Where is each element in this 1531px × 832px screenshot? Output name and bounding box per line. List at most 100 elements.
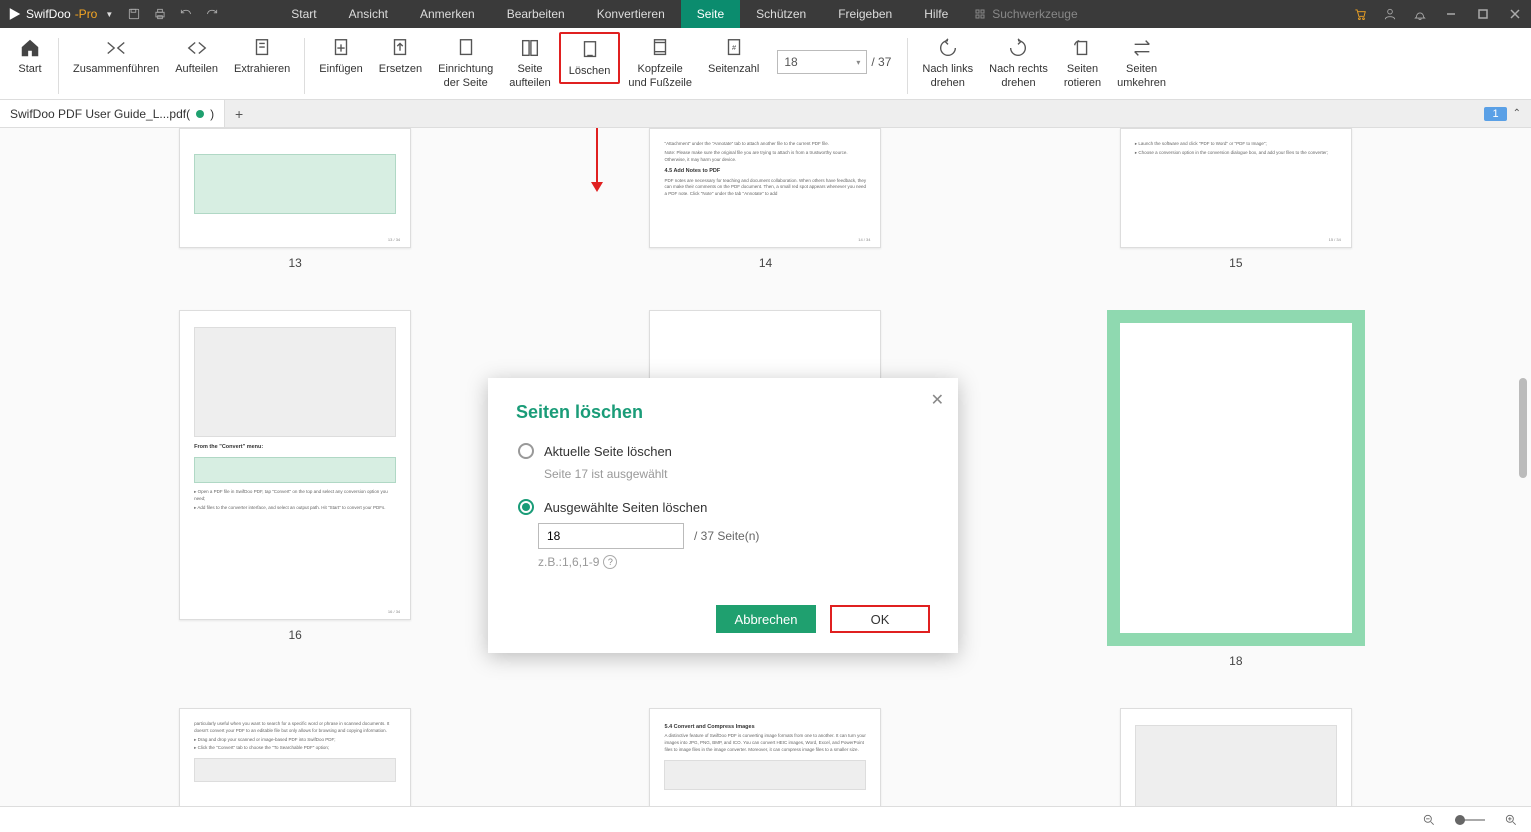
menu-anmerken[interactable]: Anmerken (404, 0, 491, 28)
ribbon-rotate-left[interactable]: Nach links drehen (914, 32, 981, 95)
main-menu: Start Ansicht Anmerken Bearbeiten Konver… (275, 0, 964, 28)
ribbon-split[interactable]: Aufteilen (167, 32, 226, 80)
modified-indicator-icon (196, 110, 204, 118)
close-button[interactable] (1499, 0, 1531, 28)
zoom-in-icon[interactable] (1503, 812, 1519, 828)
replace-icon (388, 36, 412, 60)
thumb-label: 15 (1229, 256, 1242, 270)
page-thumbnail-selected[interactable]: 18 (1061, 310, 1411, 668)
user-icon[interactable] (1375, 0, 1405, 28)
thumb-label: 13 (288, 256, 301, 270)
current-page-hint: Seite 17 ist ausgewählt (544, 467, 930, 481)
page-thumbnail[interactable]: ▸ Launch the software and click "PDF to … (1061, 128, 1411, 270)
ribbon-merge[interactable]: Zusammenführen (65, 32, 167, 80)
ribbon-rotate[interactable]: Seiten rotieren (1056, 32, 1109, 95)
pagesetup-icon (454, 36, 478, 60)
vertical-scrollbar[interactable] (1519, 258, 1529, 806)
reverse-icon (1130, 36, 1154, 60)
ribbon-delete[interactable]: Löschen (559, 32, 621, 84)
option-selected-pages[interactable]: Ausgewählte Seiten löschen (516, 499, 930, 515)
dialog-close-icon[interactable]: ✕ (931, 390, 944, 410)
thumbnail-grid-area: 13 / 34 13 "Attachment" under the "Annot… (0, 128, 1531, 806)
print-icon[interactable] (147, 0, 173, 28)
headerfooter-icon (648, 36, 672, 60)
page-thumbnail[interactable] (1061, 708, 1411, 806)
page-thumbnail[interactable]: "Attachment" under the "Annotate" tab to… (590, 128, 940, 270)
splitpage-icon (518, 36, 542, 60)
menu-start[interactable]: Start (275, 0, 332, 28)
app-name-pro: -Pro (75, 7, 98, 21)
menu-konvertieren[interactable]: Konvertieren (581, 0, 681, 28)
collapse-ribbon-icon[interactable]: ⌃ (1509, 108, 1525, 119)
merge-icon (104, 36, 128, 60)
delete-pages-dialog: ✕ Seiten löschen Aktuelle Seite löschen … (488, 378, 958, 653)
app-dropdown-icon[interactable]: ▼ (105, 10, 113, 19)
document-tab[interactable]: SwifDoo PDF User Guide_L...pdf() (0, 100, 225, 127)
thumb-label: 16 (288, 628, 301, 642)
ribbon-toolbar: Start Zusammenführen Aufteilen Extrahier… (0, 28, 1531, 100)
option-current-page[interactable]: Aktuelle Seite löschen (516, 443, 930, 459)
page-range-suffix: / 37 Seite(n) (694, 529, 759, 543)
rotate-icon (1070, 36, 1094, 60)
ribbon-splitpage[interactable]: Seite aufteilen (501, 32, 559, 95)
page-thumbnail[interactable]: From the "Convert" menu:▸ Open a PDF fil… (120, 310, 470, 668)
page-number-input[interactable]: 18▾ (777, 50, 867, 74)
page-thumbnail[interactable]: particularly useful when you want to sea… (120, 708, 470, 806)
extract-icon (250, 36, 274, 60)
thumb-label: 18 (1229, 654, 1242, 668)
rotate-right-icon (1006, 36, 1030, 60)
ribbon-extract[interactable]: Extrahieren (226, 32, 298, 80)
sidebar-badge[interactable]: 1 (1484, 107, 1506, 121)
radio-checked-icon[interactable] (518, 499, 534, 515)
ribbon-pagenum[interactable]: # Seitenzahl (700, 32, 767, 80)
ribbon-start[interactable]: Start (8, 32, 52, 80)
page-range-example: z.B.:1,6,1-9 ? (538, 555, 930, 569)
menu-freigeben[interactable]: Freigeben (822, 0, 908, 28)
page-thumbnail[interactable]: 5.4 Convert and Compress ImagesA distinc… (590, 708, 940, 806)
ok-button[interactable]: OK (830, 605, 930, 633)
cancel-button[interactable]: Abbrechen (716, 605, 816, 633)
pagenum-icon: # (722, 36, 746, 60)
radio-unchecked-icon[interactable] (518, 443, 534, 459)
ribbon-rotate-right[interactable]: Nach rechts drehen (981, 32, 1056, 95)
app-name-swifdoo: SwifDoo (26, 7, 71, 21)
menu-hilfe[interactable]: Hilfe (908, 0, 964, 28)
ribbon-pagesetup[interactable]: Einrichtung der Seite (430, 32, 501, 95)
dialog-title: Seiten löschen (516, 402, 930, 423)
add-tab-button[interactable]: + (225, 100, 253, 127)
minimize-button[interactable] (1435, 0, 1467, 28)
menu-bearbeiten[interactable]: Bearbeiten (491, 0, 581, 28)
undo-icon[interactable] (173, 0, 199, 28)
page-range-input[interactable] (538, 523, 684, 549)
bell-icon[interactable] (1405, 0, 1435, 28)
page-thumbnail[interactable]: 13 / 34 13 (120, 128, 470, 270)
menu-schuetzen[interactable]: Schützen (740, 0, 822, 28)
ribbon-reverse[interactable]: Seiten umkehren (1109, 32, 1174, 95)
svg-text:#: # (732, 43, 737, 52)
search-tools[interactable]: Suchwerkzeuge (964, 7, 1087, 21)
search-placeholder: Suchwerkzeuge (992, 7, 1077, 21)
page-total: / 37 (871, 55, 891, 69)
maximize-button[interactable] (1467, 0, 1499, 28)
home-icon (18, 36, 42, 60)
zoom-slider[interactable] (1455, 819, 1485, 821)
menu-ansicht[interactable]: Ansicht (333, 0, 404, 28)
split-icon (185, 36, 209, 60)
menu-seite[interactable]: Seite (681, 0, 740, 28)
delete-page-icon (578, 38, 602, 62)
save-icon[interactable] (121, 0, 147, 28)
titlebar: SwifDoo -Pro ▼ Start Ansicht Anmerken Bea… (0, 0, 1531, 28)
page-input-group: 18▾ / 37 (767, 32, 901, 74)
help-icon[interactable]: ? (603, 555, 617, 569)
chevron-down-icon[interactable]: ▾ (856, 58, 860, 67)
document-tab-strip: SwifDoo PDF User Guide_L...pdf() + 1 ⌃ (0, 100, 1531, 128)
cart-icon[interactable] (1345, 0, 1375, 28)
thumb-label: 14 (759, 256, 772, 270)
zoom-out-icon[interactable] (1421, 812, 1437, 828)
ribbon-replace[interactable]: Ersetzen (371, 32, 430, 80)
rotate-left-icon (936, 36, 960, 60)
ribbon-headerfooter[interactable]: Kopfzeile und Fußzeile (620, 32, 700, 95)
ribbon-insert[interactable]: Einfügen (311, 32, 370, 80)
redo-icon[interactable] (199, 0, 225, 28)
status-bar (0, 806, 1531, 832)
